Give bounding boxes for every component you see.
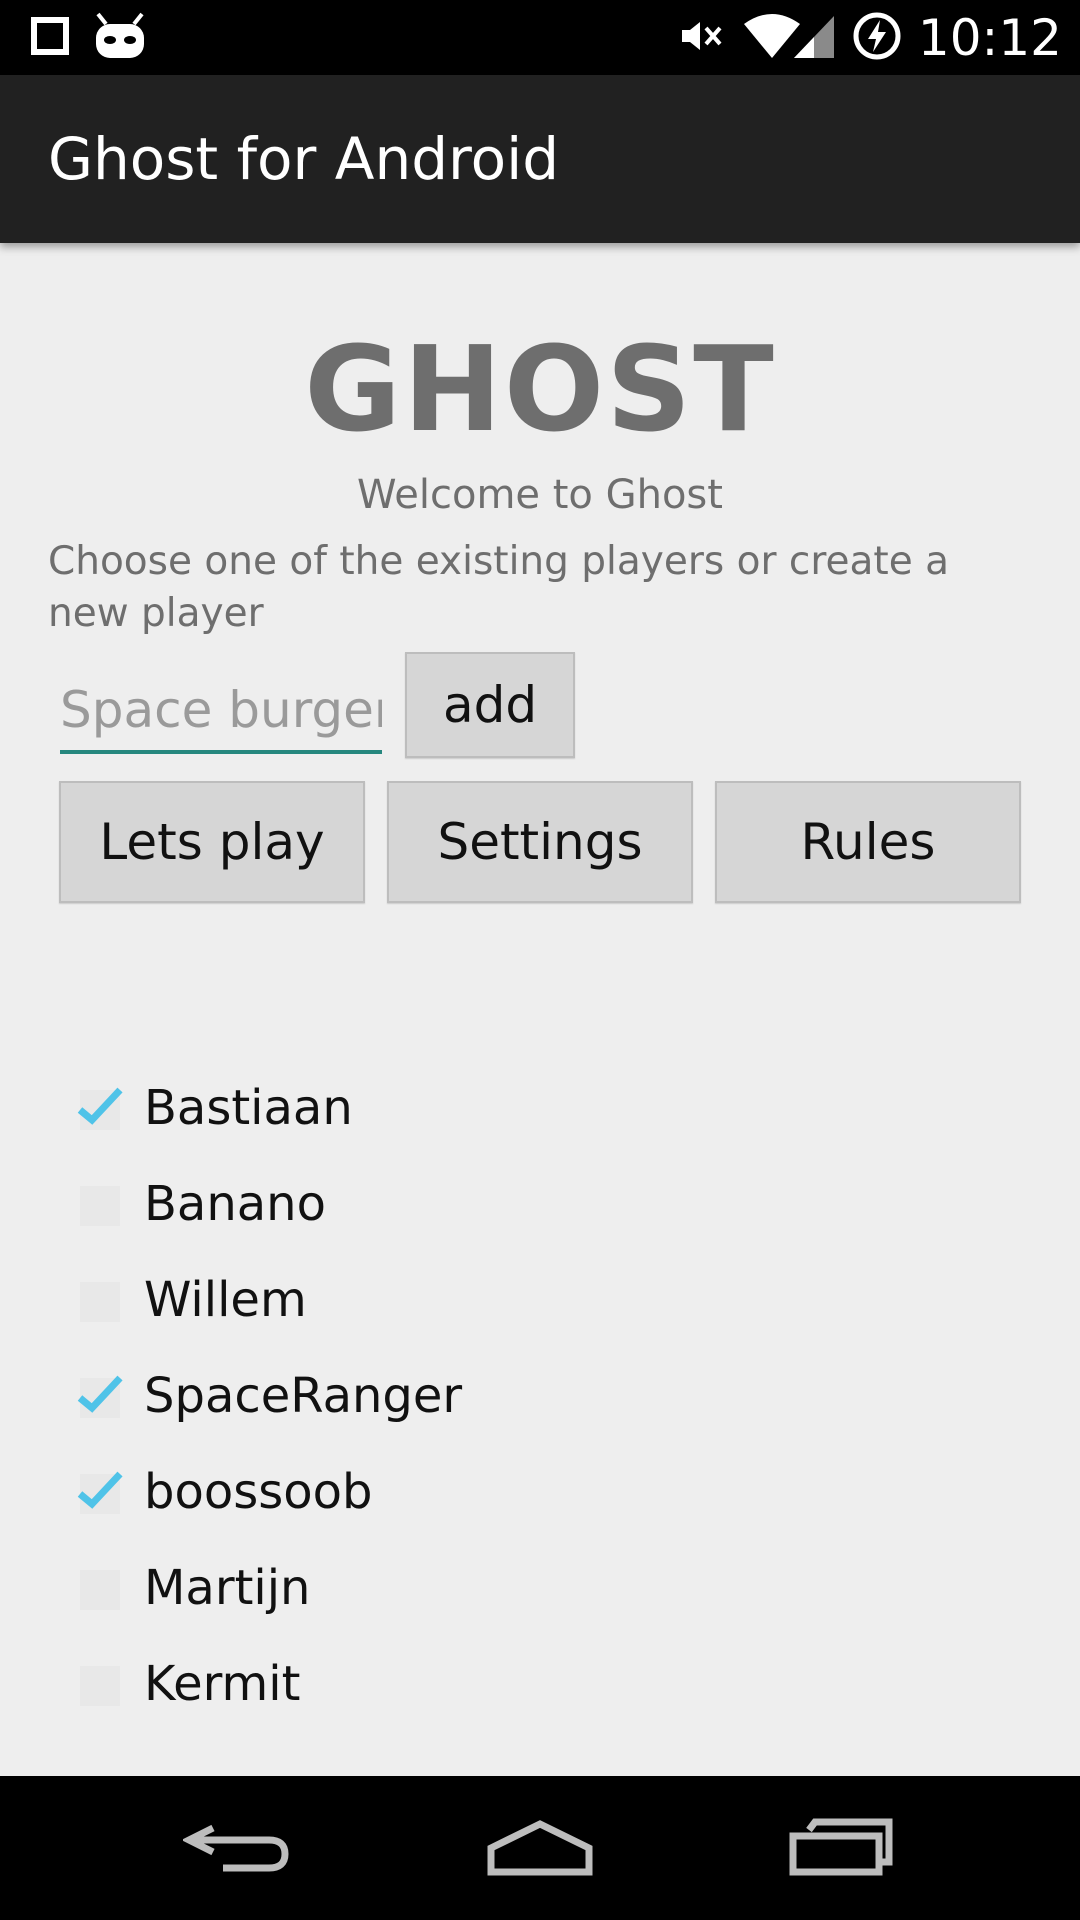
checkbox-unchecked-icon[interactable] [76, 1276, 124, 1324]
player-row-kermit[interactable]: Kermit [70, 1636, 1020, 1732]
checkbox-unchecked-icon[interactable] [76, 1180, 124, 1228]
player-name: Martijn [144, 1560, 311, 1616]
add-player-button[interactable]: add [405, 652, 575, 758]
player-name: boossoob [144, 1464, 373, 1520]
checkbox-checked-icon[interactable] [76, 1084, 124, 1132]
player-row-willem[interactable]: Willem [70, 1252, 1020, 1348]
checkbox-checked-icon[interactable] [76, 1372, 124, 1420]
player-row-bastiaan[interactable]: Bastiaan [70, 1060, 1020, 1156]
player-name: Kermit [144, 1656, 301, 1712]
back-icon[interactable] [138, 1776, 338, 1920]
player-name: SpaceRanger [144, 1368, 463, 1424]
lets-play-button[interactable]: Lets play [59, 781, 365, 903]
app-title: Ghost for Android [48, 125, 560, 193]
instructions-text: Choose one of the existing players or cr… [48, 539, 949, 636]
status-bar: 10:12 [0, 0, 1080, 75]
home-icon[interactable] [440, 1776, 640, 1920]
navigation-bar [0, 1776, 1080, 1920]
checkbox-unchecked-icon[interactable] [76, 1564, 124, 1612]
settings-button[interactable]: Settings [387, 781, 693, 903]
player-row-boossoob[interactable]: boossoob [70, 1444, 1020, 1540]
welcome-text: Welcome to Ghost [357, 472, 723, 518]
new-player-input[interactable] [60, 670, 382, 754]
app-bar: Ghost for Android [0, 75, 1080, 243]
player-row-spaceranger[interactable]: SpaceRanger [70, 1348, 1020, 1444]
checkbox-checked-icon[interactable] [76, 1468, 124, 1516]
battery-charging-icon [852, 11, 902, 65]
player-name: Willem [144, 1272, 307, 1328]
rules-button[interactable]: Rules [715, 781, 1021, 903]
ghost-heading: GHOST [304, 320, 776, 458]
signal-icon [792, 12, 836, 64]
player-row-banano[interactable]: Banano [70, 1156, 1020, 1252]
checkbox-unchecked-icon[interactable] [76, 1660, 124, 1708]
mute-icon [678, 16, 726, 60]
player-list: Bastiaan Banano Willem SpaceRanger booss… [70, 1060, 1020, 1732]
player-name: Bastiaan [144, 1080, 353, 1136]
player-name: Banano [144, 1176, 326, 1232]
clock: 10:12 [917, 9, 1062, 67]
recents-icon[interactable] [742, 1776, 942, 1920]
notification-square-icon [30, 16, 70, 60]
player-row-martijn[interactable]: Martijn [70, 1540, 1020, 1636]
android-robot-icon [92, 10, 148, 66]
